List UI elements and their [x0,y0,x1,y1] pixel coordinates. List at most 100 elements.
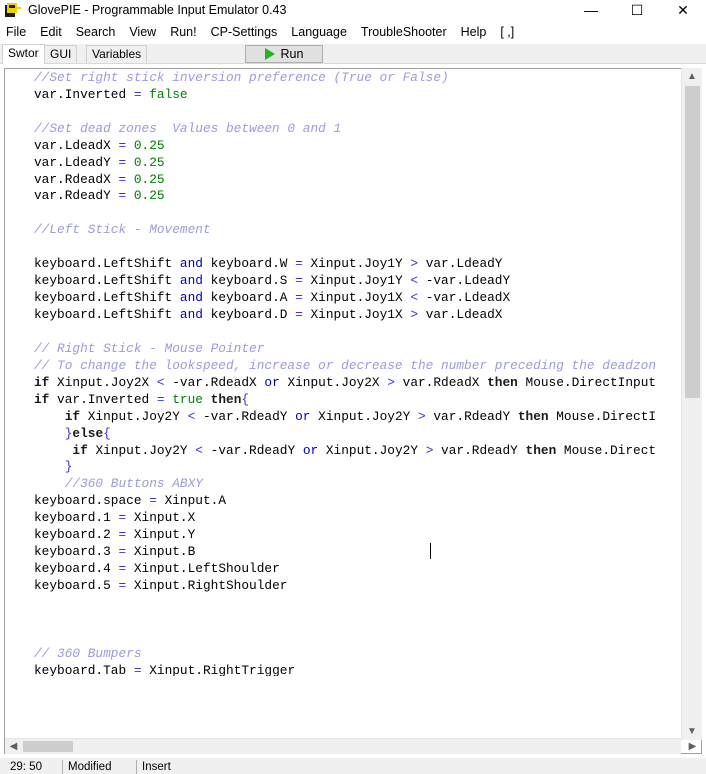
code-line[interactable]: }else{ [34,426,682,443]
code-line[interactable] [34,612,682,629]
code-line[interactable]: var.LdeadY = 0.25 [34,155,682,172]
code-line[interactable] [34,629,682,646]
code-line[interactable]: keyboard.space = Xinput.A [34,493,682,510]
status-bar: 29: 50 Modified Insert [0,758,706,774]
vertical-scrollbar[interactable]: ▲ ▼ [681,68,702,740]
code-line[interactable]: keyboard.2 = Xinput.Y [34,527,682,544]
code-token: and [179,290,203,306]
code-token: = [295,256,303,272]
code-line[interactable]: // To change the lookspeed, increase or … [34,358,682,375]
code-line[interactable] [34,595,682,612]
code-token: then [487,374,518,390]
code-line[interactable]: } [34,459,682,476]
code-token: var.Inverted [34,86,134,102]
code-token: Xinput.Joy1X [302,307,411,322]
code-token: Xinput.Joy2Y [310,408,418,424]
code-line[interactable] [34,104,682,121]
code-token: else [72,425,104,441]
insert-mode-indicator: Insert [142,761,171,773]
code-line[interactable]: if Xinput.Joy2Y < -var.RdeadY or Xinput.… [34,409,682,426]
code-line[interactable]: keyboard.LeftShift and keyboard.S = Xinp… [34,273,682,290]
code-line[interactable]: keyboard.1 = Xinput.X [34,510,682,527]
close-button[interactable]: ✕ [660,0,706,20]
scroll-right-icon[interactable]: ▶ [684,739,701,754]
code-line[interactable]: //Left Stick - Movement [34,222,682,239]
code-line[interactable]: var.LdeadX = 0.25 [34,138,682,155]
code-line[interactable]: keyboard.3 = Xinput.B [34,544,682,561]
code-line[interactable]: if Xinput.Joy2Y < -var.RdeadY or Xinput.… [34,443,682,460]
code-token: Xinput.RightTrigger [141,662,296,676]
code-token: var.Inverted [49,391,157,407]
code-token: = [295,307,303,322]
code-token: = [295,290,303,306]
code-token: // 360 Bumpers [34,645,142,661]
code-token: Xinput.Joy1Y [302,256,411,272]
code-line[interactable] [34,205,682,222]
scroll-left-icon[interactable]: ◀ [5,739,22,754]
code-token: if [72,442,88,458]
code-token: //Set dead zones Values between 0 and 1 [34,120,342,136]
code-line[interactable]: var.RdeadX = 0.25 [34,172,682,189]
code-token: keyboard.D [202,307,296,322]
code-line[interactable]: keyboard.LeftShift and keyboard.W = Xinp… [34,256,682,273]
code-token: Xinput.Joy1X [302,290,411,306]
code-line[interactable]: keyboard.Tab = Xinput.RightTrigger [34,663,682,676]
scroll-up-icon[interactable]: ▲ [682,68,702,85]
scroll-down-icon[interactable]: ▼ [682,723,702,740]
menu-file[interactable]: File [0,23,33,42]
code-area[interactable]: //Set right stick inversion preference (… [34,36,682,676]
horizontal-scroll-thumb[interactable] [23,741,73,752]
code-line[interactable]: var.RdeadY = 0.25 [34,188,682,205]
code-token: 0.25 [133,137,165,153]
code-token: and [179,307,203,322]
status-separator [62,760,63,774]
code-token: then [525,442,557,458]
code-token: -var.RdeadY [202,442,303,458]
code-line[interactable]: var.Inverted = false [34,87,682,104]
code-line[interactable] [34,239,682,256]
maximize-button[interactable]: ☐ [614,0,660,20]
code-token: { [241,391,250,407]
code-token: Xinput.B [126,544,196,560]
code-token: keyboard.5 [34,578,119,593]
code-line[interactable] [34,324,682,341]
code-line[interactable]: // 360 Bumpers [34,646,682,663]
code-token: = [133,86,142,102]
code-token: var.LdeadX [34,137,119,153]
code-line[interactable]: if var.Inverted = true then{ [34,392,682,409]
code-line[interactable]: //Set dead zones Values between 0 and 1 [34,121,682,138]
code-token: var.RdeadY [433,442,526,458]
code-line[interactable]: //360 Buttons ABXY [34,476,682,493]
code-line[interactable]: keyboard.LeftShift and keyboard.D = Xinp… [34,307,682,324]
code-line[interactable]: keyboard.LeftShift and keyboard.A = Xinp… [34,290,682,307]
code-token: //Set right stick inversion preference (… [34,69,449,85]
code-token: keyboard.space [34,493,150,509]
code-line[interactable]: keyboard.4 = Xinput.LeftShoulder [34,561,682,578]
code-token: or [295,408,311,424]
vertical-scroll-thumb[interactable] [685,86,700,398]
code-token: Xinput.Joy2X [49,374,157,390]
cursor-position: 29: 50 [10,761,42,773]
minimize-button[interactable]: — [568,0,614,20]
code-token: < [410,290,419,306]
code-token: Xinput.Joy2Y [87,442,196,458]
code-token: Xinput.X [126,510,196,526]
code-line[interactable]: //Set right stick inversion preference (… [34,70,682,87]
code-line[interactable] [34,53,682,70]
title-bar: GlovePIE - Programmable Input Emulator 0… [0,0,706,20]
code-line[interactable]: keyboard.5 = Xinput.RightShoulder [34,578,682,595]
code-token: and [179,256,203,272]
code-token: -var.RdeadY [195,408,296,424]
code-line[interactable] [34,36,682,53]
horizontal-scrollbar[interactable]: ◀ ▶ [5,738,696,754]
code-token: var.RdeadY [34,188,119,204]
code-token: and [179,273,203,289]
code-token: then [517,408,549,424]
code-token: Xinput.Y [126,527,196,543]
code-token: 0.25 [133,188,165,204]
code-line[interactable]: if Xinput.Joy2X < -var.RdeadX or Xinput.… [34,375,682,392]
code-token: keyboard.Tab [34,662,134,676]
code-line[interactable]: // Right Stick - Mouse Pointer [34,341,682,358]
